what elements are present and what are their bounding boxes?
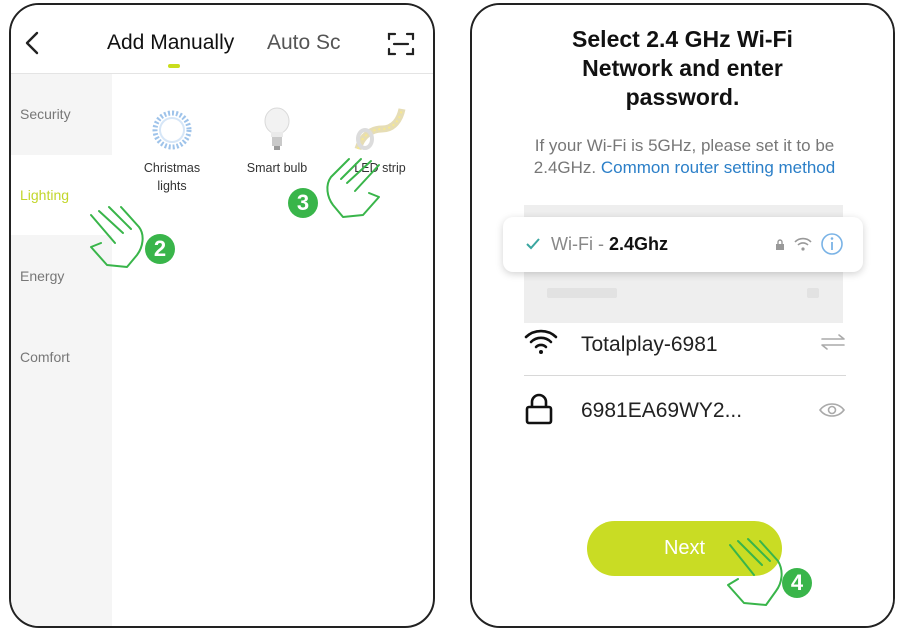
network-field[interactable]: Totalplay-6981 [524,313,846,373]
info-icon[interactable] [820,232,844,256]
wifi-band-label: Wi-Fi - 2.4Ghz [551,234,668,255]
sidebar-item-security[interactable]: Security [11,74,112,154]
sidebar-item-label: Comfort [20,349,70,365]
sidebar-item-label: Energy [20,268,65,284]
wifi-band-card: Wi-Fi - 2.4Ghz [503,217,863,272]
sidebar-item-label: Lighting [20,187,70,203]
step-badge: 3 [288,188,318,218]
wifi-signal-icon [794,237,812,251]
top-bar: Add Manually Auto Sc [11,5,433,74]
christmas-lights-icon [152,110,192,150]
back-arrow-icon[interactable] [23,30,43,56]
router-setting-link[interactable]: Common router setting method [601,158,835,177]
lock-icon [776,239,784,250]
network-name: Totalplay-6981 [581,333,718,356]
sidebar-item-comfort[interactable]: Comfort [11,317,112,397]
left-phone-screen: Add Manually Auto Sc Security Lighting E… [9,3,435,628]
lock-icon [525,393,553,425]
scan-icon[interactable] [387,31,415,57]
device-christmas-lights[interactable]: Christmas lights [135,105,209,195]
step-badge: 4 [782,568,812,598]
eye-icon[interactable] [818,401,846,419]
tab-auto-scan[interactable]: Auto Sc [267,31,341,55]
wifi-band-value: 2.4Ghz [608,234,669,254]
sidebar-item-label: Security [20,106,71,122]
step-badge: 2 [145,234,175,264]
active-tab-indicator [168,64,180,68]
wifi-icon [524,329,558,354]
smart-bulb-icon [264,107,290,150]
led-strip-icon [354,108,406,151]
password-field[interactable]: 6981EA69WY2... [524,379,846,439]
password-value: 6981EA69WY2... [581,399,743,422]
tab-add-manually[interactable]: Add Manually [107,31,234,55]
placeholder-bar [547,288,617,298]
right-phone-screen: Select 2.4 GHz Wi-Fi Network and enter p… [470,3,895,628]
switch-network-icon[interactable] [820,333,846,351]
placeholder-bar [807,288,819,298]
wifi-band-prefix: Wi-Fi - [551,234,609,254]
page-title: Select 2.4 GHz Wi-Fi Network and enter p… [572,26,793,110]
category-sidebar: Security Lighting Energy Comfort [11,74,112,626]
instruction-text: If your Wi-Fi is 5GHz, please set it to … [512,135,857,179]
device-label: Christmas lights [143,161,201,193]
field-divider [524,375,846,376]
check-icon [526,238,540,250]
